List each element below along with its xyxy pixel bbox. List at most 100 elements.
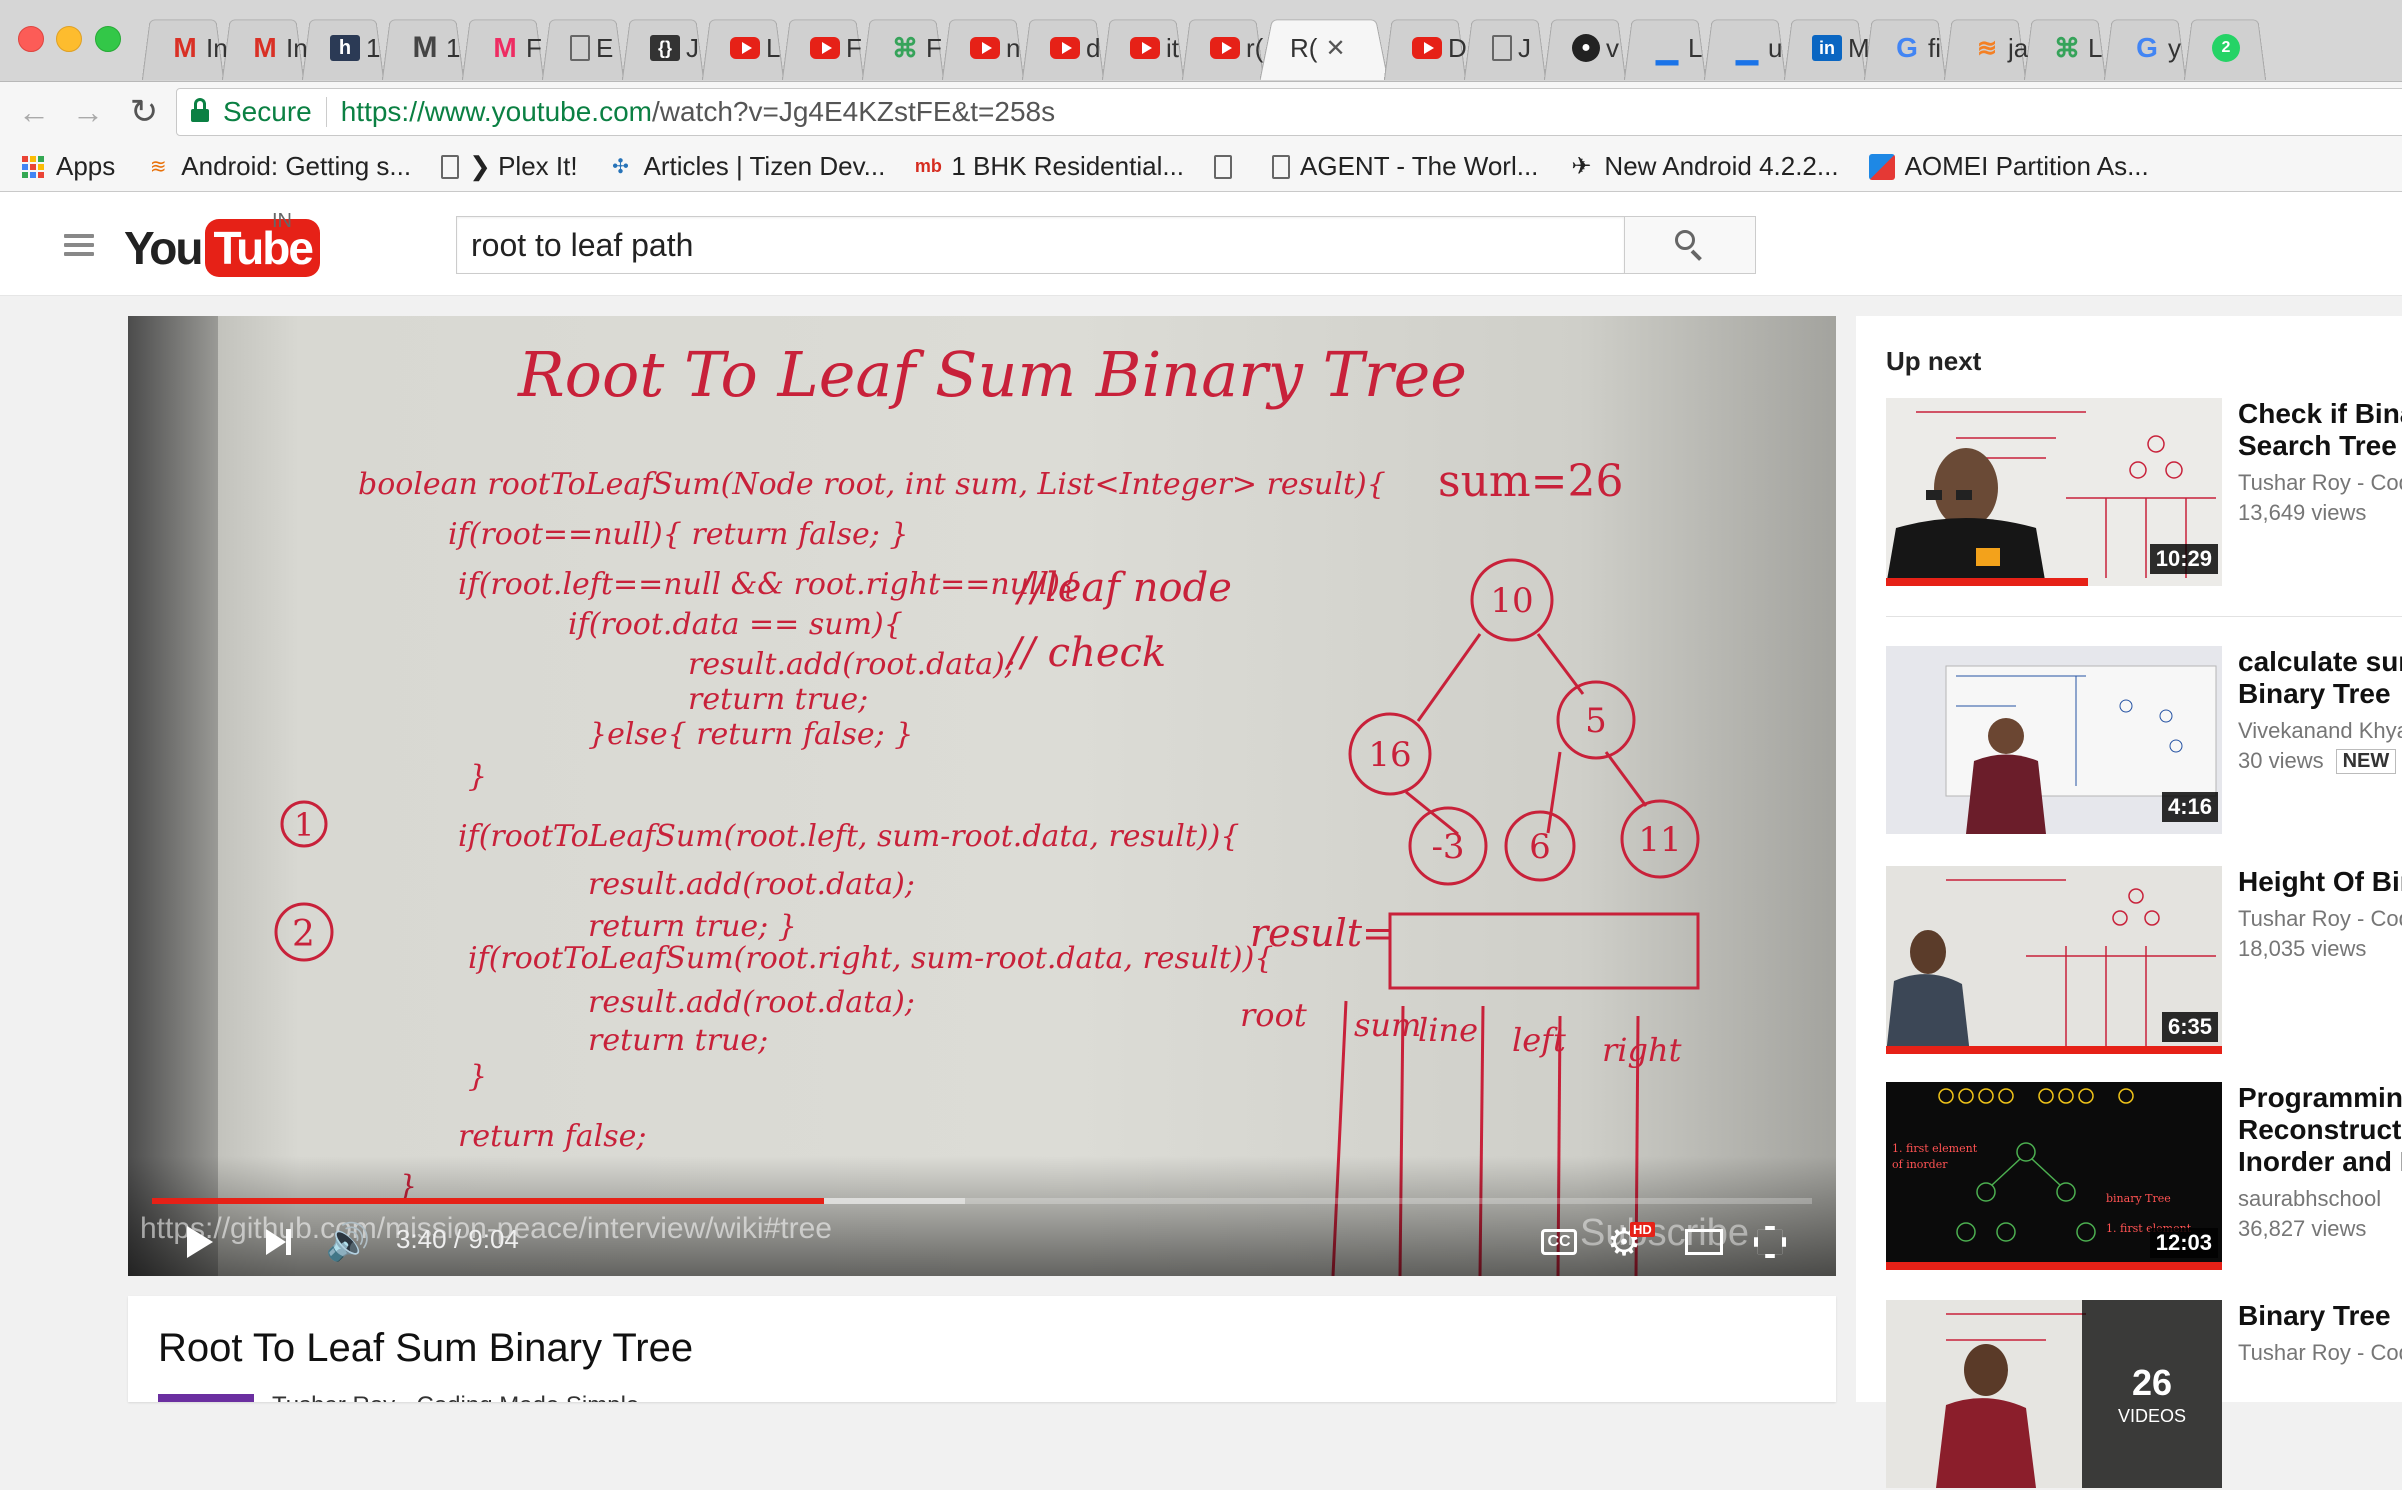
browser-tab[interactable]: ▁ u: [1702, 16, 1788, 80]
theater-mode-icon[interactable]: [1682, 1220, 1726, 1264]
search-button[interactable]: [1624, 216, 1756, 274]
video-duration: 6:35: [2161, 1012, 2218, 1042]
browser-tab[interactable]: 2: [2182, 16, 2268, 80]
video-views: 36,827 views: [2238, 1216, 2367, 1241]
captions-icon[interactable]: CC: [1540, 1220, 1578, 1264]
time-display: 3:40 / 9:04: [396, 1224, 519, 1254]
reload-icon[interactable]: ↻: [124, 92, 164, 132]
playlist-title[interactable]: Binary Tree: [2238, 1300, 2402, 1332]
browser-tab[interactable]: ⌘ F: [860, 16, 946, 80]
browser-tab[interactable]: F: [780, 16, 866, 80]
search-input[interactable]: root to leaf path: [456, 216, 1624, 274]
browser-tab[interactable]: MF: [460, 16, 546, 80]
trace-table-headers: root sum line left right: [1240, 996, 1682, 1069]
video-thumbnail[interactable]: 1. first element of inorder binary Tree 1. …: [1886, 1082, 2222, 1270]
minimize-window-button[interactable]: [56, 26, 82, 52]
next-video-icon[interactable]: [260, 1220, 296, 1264]
browser-tab[interactable]: n: [940, 16, 1026, 80]
browser-tab[interactable]: Gy: [2102, 16, 2188, 80]
video-title-line[interactable]: Height Of Bin: [2238, 866, 2402, 898]
play-icon[interactable]: [180, 1220, 220, 1264]
channel-avatar[interactable]: [158, 1394, 254, 1402]
omnibox-divider: [325, 97, 327, 127]
youtube-header: You Tube IN root to leaf path: [0, 192, 2402, 296]
browser-tab[interactable]: it: [1100, 16, 1186, 80]
bookmark-item[interactable]: ✈ New Android 4.2.2...: [1568, 151, 1838, 182]
recommended-video[interactable]: 1. first element of inorder binary Tree 1. …: [1886, 1082, 2402, 1272]
browser-tab[interactable]: M In: [140, 16, 226, 80]
browser-tab[interactable]: d: [1020, 16, 1106, 80]
browser-tab-strip: M In M In h 1 M 1 M F E{} J L F ⌘ Fn d it r(R(✕ D J ● v ▁ L ▁ u in M…: [0, 0, 2402, 82]
sum-label: sum=26: [1438, 456, 1624, 507]
channel-name[interactable]: Tushar Roy - Coding Made Simple: [272, 1392, 639, 1402]
document-icon: [570, 35, 590, 61]
browser-tab[interactable]: ▁ L: [1622, 16, 1708, 80]
bookmark-item[interactable]: AGENT - The Worl...: [1272, 151, 1538, 182]
browser-toolbar: ← → ↻ Secure https://www.youtube.com /wa…: [0, 82, 2402, 142]
dash-icon: ▁: [1656, 32, 1678, 64]
leaf-icon: ⌘: [892, 32, 918, 63]
recommended-video[interactable]: 4:16 calculate sun Binary Tree Vivekanan…: [1886, 646, 2402, 836]
search-icon: [1675, 230, 1705, 261]
browser-tab[interactable]: M1: [380, 16, 466, 80]
browser-tab[interactable]: R(✕: [1260, 16, 1388, 80]
playlist-channel: Tushar Roy - Cod: [2238, 1340, 2402, 1365]
bookmark-label: AOMEI Partition As...: [1904, 151, 2149, 181]
video-title-line[interactable]: Check if Bina: [2238, 398, 2402, 430]
browser-tab[interactable]: in M: [1782, 16, 1868, 80]
tab-title: it: [1166, 32, 1179, 63]
code-line: return true; }: [588, 909, 797, 944]
video-thumbnail[interactable]: 6:35: [1886, 866, 2222, 1054]
video-thumbnail[interactable]: 10:29: [1886, 398, 2222, 586]
recommended-video[interactable]: 6:35 Height Of Bin Tushar Roy - Cod 18,0…: [1886, 866, 2402, 1056]
video-player[interactable]: Root To Leaf Sum Binary Tree boolean roo…: [128, 316, 1836, 1276]
bookmark-item[interactable]: ✣ Articles | Tizen Dev...: [608, 151, 885, 182]
video-title-line[interactable]: calculate sun: [2238, 646, 2402, 678]
browser-tab[interactable]: ⌘ L: [2022, 16, 2108, 80]
video-title-line[interactable]: Binary Tree: [2238, 678, 2402, 710]
bookmark-item[interactable]: [1214, 154, 1242, 179]
browser-tab[interactable]: Gfi: [1862, 16, 1948, 80]
fullscreen-icon[interactable]: [1748, 1220, 1792, 1264]
address-bar[interactable]: Secure https://www.youtube.com /watch?v=…: [176, 88, 2402, 136]
browser-tab[interactable]: h1: [300, 16, 386, 80]
video-title-line[interactable]: Search Tree: [2238, 430, 2402, 462]
tab-title: r(: [1246, 32, 1264, 63]
video-title-line[interactable]: Inorder and P: [2238, 1146, 2402, 1178]
close-window-button[interactable]: [18, 26, 44, 52]
tab-title: L: [1688, 32, 1703, 63]
progress-bar[interactable]: [152, 1198, 1812, 1204]
bookmark-item[interactable]: ≋ Android: Getting s...: [145, 151, 411, 182]
m-icon: M: [412, 31, 438, 64]
close-tab-icon[interactable]: ✕: [1325, 34, 1345, 63]
browser-tab[interactable]: r(: [1180, 16, 1266, 80]
browser-tab[interactable]: ≋ ja: [1942, 16, 2028, 80]
tree-node: -3: [1431, 827, 1464, 867]
recommended-playlist[interactable]: 26 VIDEOS Binary Tree Tushar Roy - Cod: [1886, 1300, 2402, 1490]
video-title-line[interactable]: Programming: [2238, 1082, 2402, 1114]
playlist-thumbnail[interactable]: 26 VIDEOS: [1886, 1300, 2222, 1488]
browser-tab[interactable]: M In: [220, 16, 306, 80]
zoom-window-button[interactable]: [95, 26, 121, 52]
url-host: https://www.youtube.com: [340, 96, 652, 127]
video-thumbnail[interactable]: 4:16: [1886, 646, 2222, 834]
recommended-video[interactable]: 10:29 Check if Bina Search Tree Tushar R…: [1886, 398, 2402, 588]
browser-tab[interactable]: J: [1462, 16, 1548, 80]
browser-tab[interactable]: E: [540, 16, 626, 80]
back-arrow-icon[interactable]: ←: [14, 92, 54, 132]
menu-icon[interactable]: [64, 234, 94, 256]
bookmark-item[interactable]: AOMEI Partition As...: [1868, 151, 2149, 182]
browser-tab[interactable]: {} J: [620, 16, 706, 80]
bookmark-item[interactable]: ❯ Plex It!: [441, 151, 578, 182]
code-line: result.add(root.data);: [688, 647, 1015, 682]
volume-icon[interactable]: 🔊: [326, 1220, 371, 1264]
browser-tab[interactable]: L: [700, 16, 786, 80]
bookmark-item[interactable]: mb 1 BHK Residential...: [915, 151, 1184, 182]
browser-tab[interactable]: D: [1382, 16, 1468, 80]
video-title-line[interactable]: Reconstruct I: [2238, 1114, 2402, 1146]
forward-arrow-icon[interactable]: →: [68, 92, 108, 132]
youtube-logo[interactable]: You Tube IN: [124, 210, 320, 278]
tab-title: R(: [1290, 32, 1318, 63]
bookmark-item[interactable]: Apps: [20, 151, 115, 182]
browser-tab[interactable]: ● v: [1542, 16, 1628, 80]
